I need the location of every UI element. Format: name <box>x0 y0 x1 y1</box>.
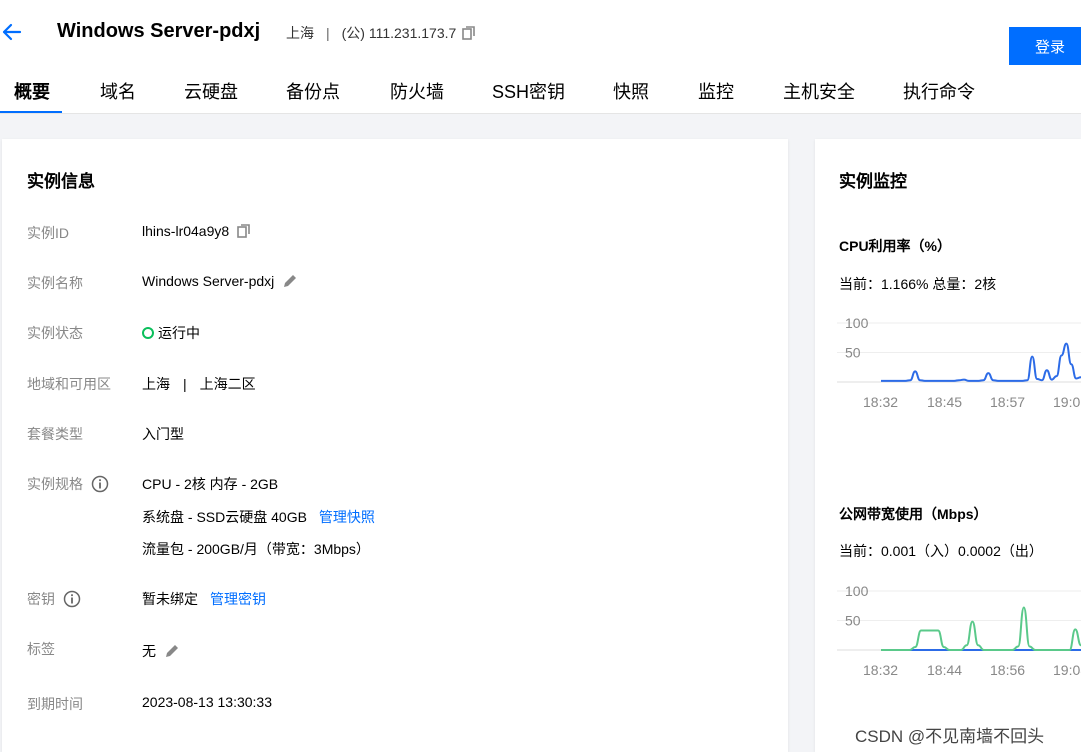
cpu-usage-chart: 100 50 18:32 18:45 18:57 19:0 <box>837 315 1081 410</box>
x-tick-label: 19:0 <box>1053 394 1080 410</box>
instance-status-value: 运行中 <box>158 325 200 341</box>
page-title: Windows Server-pdxj <box>57 20 261 42</box>
manage-snapshot-link[interactable]: 管理快照 <box>319 507 375 527</box>
instance-status-label: 实例状态 <box>27 325 83 341</box>
tab-bar: 概要 域名 云硬盘 备份点 防火墙 SSH密钥 快照 监控 主机安全 执行命令 <box>0 78 1081 114</box>
zone-row: 上海 | 上海二区 <box>142 374 256 394</box>
copy-icon[interactable] <box>462 26 476 40</box>
y-tick-label: 100 <box>845 583 869 599</box>
copy-icon[interactable] <box>237 224 251 238</box>
status-running-icon <box>142 327 154 339</box>
back-arrow-icon[interactable] <box>0 20 24 44</box>
tab-bar-divider <box>0 113 1081 114</box>
tag-value: 无 <box>142 643 156 659</box>
monitoring-title: 实例监控 <box>839 172 907 191</box>
y-tick-label: 50 <box>845 613 861 629</box>
instance-id-row: lhins-lr04a9y8 <box>142 223 251 239</box>
tab-ssh-key[interactable]: SSH密钥 <box>492 78 565 114</box>
x-tick-label: 18:57 <box>990 394 1025 410</box>
spec-label-row: 实例规格 <box>27 474 109 494</box>
login-button[interactable]: 登录 <box>1009 27 1081 65</box>
package-label: 套餐类型 <box>27 426 83 442</box>
pencil-icon[interactable] <box>164 643 180 659</box>
bandwidth-usage-chart: 100 50 18:32 18:44 18:56 19:08 <box>837 583 1081 678</box>
instance-id-value: lhins-lr04a9y8 <box>142 223 230 239</box>
region-text: 上海 <box>286 25 314 41</box>
instance-info-card: 实例信息 实例ID lhins-lr04a9y8 实例名称 Windows Se… <box>2 139 788 752</box>
spec-line-disk: 系统盘 - SSD云硬盘 40GB 管理快照 <box>142 507 375 527</box>
x-tick-label: 18:44 <box>927 662 962 678</box>
instance-name-label: 实例名称 <box>27 275 83 291</box>
manage-key-link[interactable]: 管理密钥 <box>210 589 266 609</box>
zone-region: 上海 <box>142 376 170 392</box>
tag-label: 标签 <box>27 641 55 657</box>
key-value: 暂未绑定 <box>142 591 198 607</box>
x-tick-label: 18:32 <box>863 394 898 410</box>
instance-name-value: Windows Server-pdxj <box>142 273 275 289</box>
tab-host-security[interactable]: 主机安全 <box>783 78 855 114</box>
spec-line-traffic: 流量包 - 200GB/月（带宽：3Mbps） <box>142 541 370 557</box>
spec-disk-text: 系统盘 - SSD云硬盘 40GB <box>142 509 307 525</box>
spec-label: 实例规格 <box>27 476 83 492</box>
tab-run-command[interactable]: 执行命令 <box>903 78 975 114</box>
zone-label: 地域和可用区 <box>27 376 111 392</box>
instance-status-row: 运行中 <box>142 323 200 343</box>
expire-label: 到期时间 <box>27 696 83 712</box>
instance-name-row: Windows Server-pdxj <box>142 273 298 289</box>
tab-cloud-disk[interactable]: 云硬盘 <box>184 78 238 114</box>
key-label-row: 密钥 <box>27 589 81 609</box>
expire-value: 2023-08-13 13:30:33 <box>142 694 272 710</box>
series-line-1 <box>881 606 1081 651</box>
public-ip: (公) 111.231.173.7 <box>341 25 457 41</box>
cpu-metric-title: CPU利用率（%） <box>839 238 952 254</box>
zone-value: 上海二区 <box>199 376 256 392</box>
pencil-icon[interactable] <box>282 273 298 289</box>
package-value: 入门型 <box>142 426 184 442</box>
tab-monitoring[interactable]: 监控 <box>698 78 734 114</box>
region-ip-info: 上海 | (公) 111.231.173.7 <box>286 23 476 43</box>
info-icon[interactable] <box>63 590 81 608</box>
bandwidth-metric-title: 公网带宽使用（Mbps） <box>839 506 988 522</box>
top-bar: Windows Server-pdxj 上海 | (公) 111.231.173… <box>0 0 1081 114</box>
tag-row: 无 <box>142 641 180 661</box>
series-line-0 <box>881 342 1081 382</box>
y-tick-label: 100 <box>845 315 869 331</box>
cpu-current-value: 当前：1.166% 总量：2核 <box>839 276 997 292</box>
instance-id-label: 实例ID <box>27 225 69 241</box>
tab-backup[interactable]: 备份点 <box>286 78 340 114</box>
y-tick-label: 50 <box>845 345 861 361</box>
instance-info-title: 实例信息 <box>27 172 95 191</box>
tab-firewall[interactable]: 防火墙 <box>390 78 444 114</box>
zone-separator: | <box>183 376 187 392</box>
separator: | <box>326 25 330 41</box>
x-tick-label: 18:45 <box>927 394 962 410</box>
tab-overview[interactable]: 概要 <box>14 78 50 114</box>
monitoring-card: 实例监控 CPU利用率（%） 当前：1.166% 总量：2核 100 50 18:3… <box>815 139 1081 752</box>
watermark: CSDN @不见南墙不回头 <box>855 727 1045 746</box>
tab-snapshot[interactable]: 快照 <box>613 78 649 114</box>
spec-line-cpu: CPU - 2核 内存 - 2GB <box>142 476 279 492</box>
x-tick-label: 19:08 <box>1053 662 1081 678</box>
key-label: 密钥 <box>27 591 55 607</box>
bandwidth-current-value: 当前：0.001（入）0.0002（出） <box>839 543 1043 559</box>
x-tick-label: 18:56 <box>990 662 1025 678</box>
x-tick-label: 18:32 <box>863 662 898 678</box>
key-row: 暂未绑定 管理密钥 <box>142 589 266 609</box>
info-icon[interactable] <box>91 475 109 493</box>
tab-domain[interactable]: 域名 <box>100 78 136 114</box>
